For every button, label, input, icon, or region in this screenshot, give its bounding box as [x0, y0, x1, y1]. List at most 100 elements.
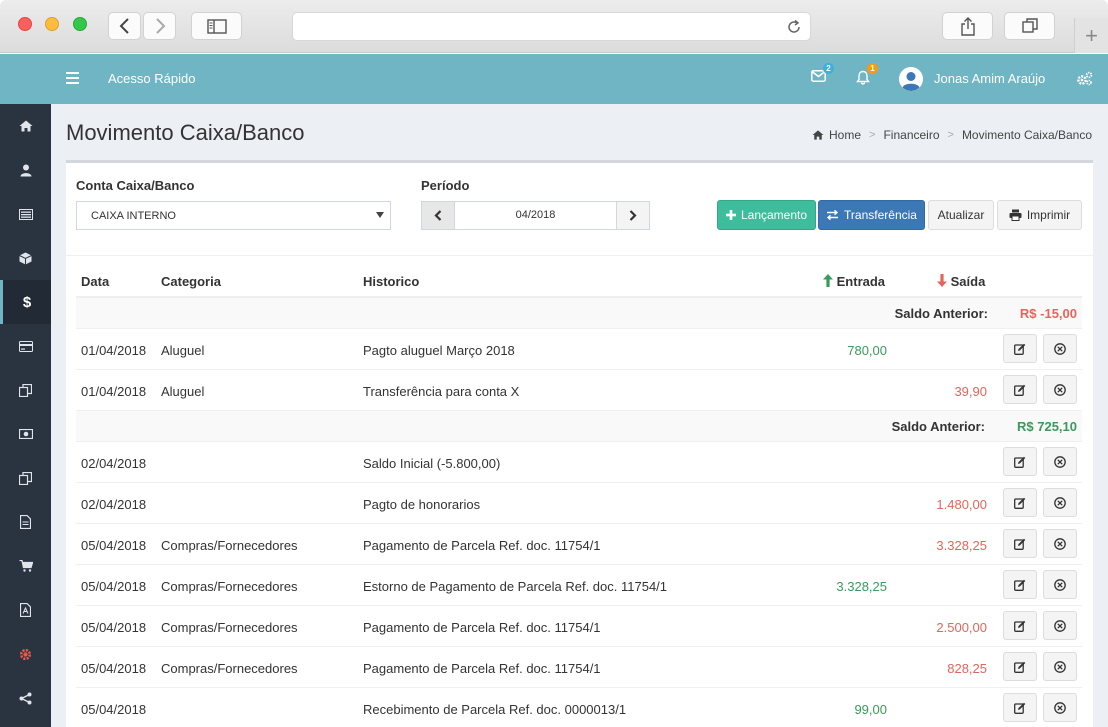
period-picker: 04/2018 — [421, 201, 650, 230]
sidebar-item-document[interactable] — [0, 500, 51, 544]
edit-icon — [1014, 661, 1026, 673]
table-row: 01/04/2018 Aluguel Transferência para cont… — [76, 370, 1082, 411]
user-name[interactable]: Jonas Amim Araújo — [934, 71, 1045, 86]
new-entry-button[interactable]: Lançamento — [717, 200, 816, 230]
delete-button[interactable] — [1043, 529, 1077, 558]
column-category: Categoria — [161, 274, 221, 289]
delete-button[interactable] — [1043, 488, 1077, 517]
sidebar-item-list[interactable] — [0, 192, 51, 236]
close-circle-icon — [1054, 701, 1066, 714]
quick-access-link[interactable]: Acesso Rápido — [108, 71, 195, 86]
zoom-window-button[interactable] — [73, 17, 87, 31]
cell-history: Pagamento de Parcela Ref. doc. 11754/1 — [363, 620, 601, 635]
home-icon — [19, 120, 32, 132]
browser-toolbar: + — [0, 0, 1108, 53]
sidebar-item-pdf[interactable] — [0, 588, 51, 632]
delete-button[interactable] — [1043, 570, 1077, 599]
dollar-icon: $ — [22, 293, 32, 311]
chevron-right-icon — [155, 18, 165, 34]
sidebar-item-cube[interactable] — [0, 236, 51, 280]
breadcrumb: Home > Financeiro > Movimento Caixa/Banc… — [812, 128, 1092, 142]
arrow-up-icon — [823, 274, 833, 287]
edit-button[interactable] — [1003, 570, 1037, 599]
cart-icon — [19, 560, 33, 572]
period-prev-button[interactable] — [422, 202, 455, 229]
forward-button[interactable] — [143, 12, 176, 40]
top-navbar: Acesso Rápido 2 1 Jonas Amim Araújo — [0, 54, 1108, 104]
address-bar[interactable] — [292, 12, 811, 41]
new-tab-button[interactable]: + — [1074, 18, 1108, 53]
share-icon — [960, 16, 975, 36]
delete-button[interactable] — [1043, 375, 1077, 404]
delete-button[interactable] — [1043, 334, 1077, 363]
sidebar-toggle-button[interactable] — [191, 12, 242, 40]
gear-icon — [19, 648, 32, 660]
account-select[interactable]: CAIXA INTERNO — [76, 201, 391, 230]
arrow-down-icon — [937, 274, 947, 287]
notifications-button[interactable]: 1 — [856, 63, 878, 88]
sidebar-item-copy-2[interactable] — [0, 456, 51, 500]
close-circle-icon — [1054, 619, 1066, 632]
cell-category: Aluguel — [161, 384, 205, 399]
reload-icon[interactable] — [786, 19, 802, 35]
period-next-button[interactable] — [616, 202, 649, 229]
sidebar-item-cart[interactable] — [0, 544, 51, 588]
edit-icon — [1014, 497, 1026, 509]
print-label: Imprimir — [1026, 208, 1071, 222]
delete-button[interactable] — [1043, 447, 1077, 476]
main-content: Movimento Caixa/Banco Home > Financeiro … — [51, 104, 1108, 727]
exchange-icon — [826, 210, 839, 220]
transfer-button[interactable]: Transferência — [818, 200, 925, 230]
messages-button[interactable]: 2 — [811, 63, 834, 85]
refresh-button[interactable]: Atualizar — [928, 200, 994, 230]
close-circle-icon — [1054, 578, 1066, 591]
cell-date: 05/04/2018 — [81, 579, 147, 594]
sidebar-item-money[interactable] — [0, 412, 51, 456]
delete-button[interactable] — [1043, 693, 1077, 722]
sidebar-item-copy[interactable] — [0, 368, 51, 412]
tabs-overview-button[interactable] — [1004, 12, 1055, 40]
new-entry-label: Lançamento — [740, 208, 808, 222]
caret-down-icon — [376, 212, 384, 218]
edit-button[interactable] — [1003, 611, 1037, 640]
edit-button[interactable] — [1003, 334, 1037, 363]
close-window-button[interactable] — [18, 17, 32, 31]
back-button[interactable] — [108, 12, 141, 40]
breadcrumb-financeiro[interactable]: Financeiro — [883, 128, 939, 142]
edit-button[interactable] — [1003, 529, 1037, 558]
column-out-label: Saída — [950, 274, 986, 289]
breadcrumb-current: Movimento Caixa/Banco — [961, 128, 1092, 142]
sidebar-item-share[interactable] — [0, 676, 51, 720]
edit-icon — [1014, 343, 1026, 355]
gears-icon[interactable] — [1076, 71, 1093, 86]
edit-button[interactable] — [1003, 447, 1037, 476]
chevron-left-icon — [119, 18, 129, 34]
delete-button[interactable] — [1043, 611, 1077, 640]
close-circle-icon — [1054, 537, 1066, 550]
table-row: 05/04/2018 Recebimento de Parcela Ref. do… — [76, 688, 1082, 727]
share-button[interactable] — [942, 12, 993, 40]
period-value[interactable]: 04/2018 — [455, 202, 616, 229]
print-button[interactable]: Imprimir — [997, 200, 1082, 230]
cube-icon — [19, 252, 32, 264]
chevron-right-icon — [629, 210, 637, 221]
cell-date: 01/04/2018 — [81, 384, 147, 399]
close-circle-icon — [1054, 660, 1066, 673]
sidebar-item-settings[interactable] — [0, 632, 51, 676]
edit-button[interactable] — [1003, 693, 1037, 722]
edit-button[interactable] — [1003, 652, 1037, 681]
breadcrumb-home[interactable]: Home — [829, 128, 861, 142]
saldo-label: Saldo Anterior: — [891, 419, 985, 434]
cell-history: Saldo Inicial (-5.800,00) — [363, 456, 501, 471]
sidebar-item-card[interactable] — [0, 324, 51, 368]
menu-icon[interactable] — [66, 72, 79, 84]
cell-history: Pagto de honorarios — [363, 497, 481, 512]
sidebar-item-home[interactable] — [0, 104, 51, 148]
delete-button[interactable] — [1043, 652, 1077, 681]
edit-button[interactable] — [1003, 375, 1037, 404]
avatar[interactable] — [899, 67, 923, 91]
sidebar-item-financeiro[interactable]: $ — [0, 280, 51, 324]
sidebar-item-user[interactable] — [0, 148, 51, 192]
minimize-window-button[interactable] — [45, 17, 59, 31]
edit-button[interactable] — [1003, 488, 1037, 517]
